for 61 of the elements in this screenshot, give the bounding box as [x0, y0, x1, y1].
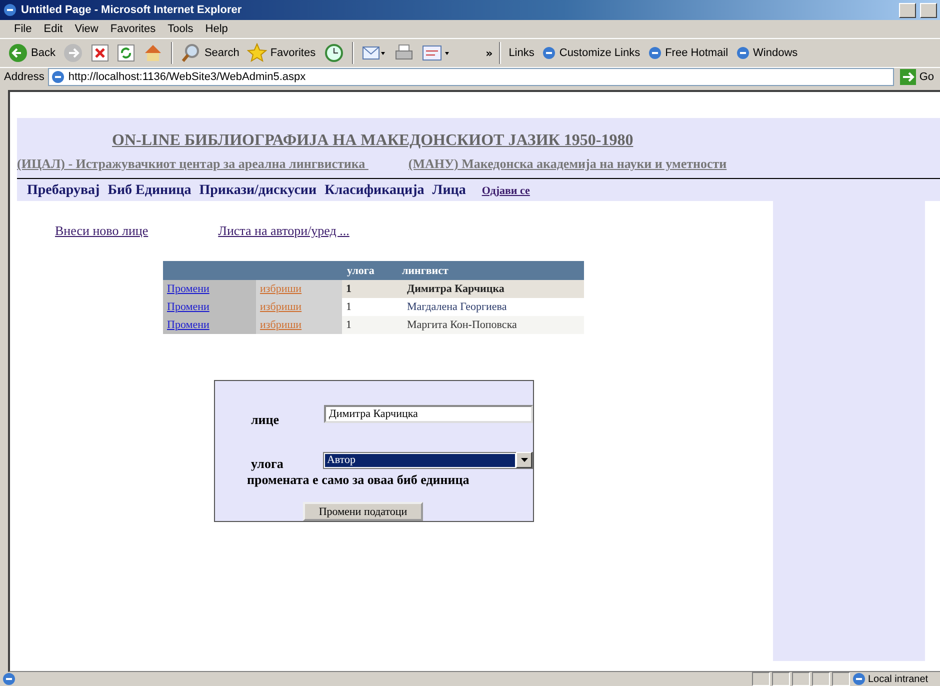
- submit-button[interactable]: Промени податоци: [303, 502, 423, 521]
- zone-label: Local intranet: [868, 674, 930, 684]
- home-icon: [143, 43, 164, 63]
- status-pane: [832, 672, 850, 686]
- table-cell: 1: [342, 316, 397, 334]
- status-pane: [792, 672, 810, 686]
- edit-link[interactable]: Промени: [167, 301, 210, 313]
- edit-page-icon: [422, 43, 450, 63]
- note-text: промената е само за оваа биб единица: [246, 472, 470, 488]
- role-dropdown[interactable]: Автор: [322, 452, 533, 468]
- role-label: улога: [251, 456, 284, 472]
- edit-link[interactable]: Промени: [167, 319, 210, 331]
- toolbar-button[interactable]: Favorites: [245, 42, 318, 64]
- page-heading: ON-LINE БИБЛИОГРАФИЈА НА МАКЕДОНСКИОТ ЈАЗИК 1950-1980: [111, 131, 634, 150]
- go-button[interactable]: Go: [898, 68, 936, 86]
- restore-button[interactable]: [920, 2, 937, 18]
- logout-link[interactable]: Одјави се: [482, 185, 530, 197]
- action-link[interactable]: Внеси ново лице: [55, 223, 148, 239]
- star-icon: [247, 43, 268, 63]
- toolbar-button[interactable]: Back: [6, 42, 58, 64]
- link-button[interactable]: Free Hotmail: [646, 45, 730, 61]
- dropdown-arrow-icon: [520, 458, 528, 462]
- toolbar-button[interactable]: [89, 43, 112, 63]
- action-link[interactable]: Листа на автори/уред ...: [218, 223, 350, 239]
- toolbar-button[interactable]: [115, 43, 138, 63]
- nav-link[interactable]: Класификација: [324, 183, 424, 199]
- refresh-icon: [117, 44, 136, 62]
- link-button[interactable]: Customize Links: [540, 45, 642, 61]
- status-pane: [772, 672, 790, 686]
- stop-icon: [91, 44, 110, 62]
- nav-link[interactable]: Прикази/дискусии: [199, 183, 317, 199]
- address-field[interactable]: http://localhost:1136/WebSite3/WebAdmin5.aspx: [48, 68, 894, 86]
- nav-link[interactable]: Лица: [432, 183, 466, 199]
- person-label: лице: [251, 412, 280, 428]
- table-cell: Маргита Кон-Поповска: [397, 316, 584, 334]
- search-icon: [181, 43, 202, 63]
- institute-link[interactable]: (ИЦАЛ) - Истражувачкиот центар за ареална лингвистика: [17, 156, 368, 172]
- nav-link[interactable]: Биб Единица: [108, 183, 192, 199]
- toolbar-button[interactable]: Search: [179, 42, 242, 64]
- status-pane: [812, 672, 830, 686]
- menu-item[interactable]: Tools: [162, 23, 200, 35]
- column-header: улога: [342, 261, 397, 280]
- status-pane: [752, 672, 770, 686]
- table-cell: 1: [342, 280, 397, 298]
- minimize-button[interactable]: [899, 2, 916, 18]
- window-title: Untitled Page - Microsoft Internet Explorer: [21, 4, 243, 16]
- chevron[interactable]: »: [486, 46, 493, 60]
- address-label: Address: [4, 71, 44, 83]
- edit-link[interactable]: Промени: [167, 283, 210, 295]
- menu-item[interactable]: Edit: [38, 23, 69, 35]
- person-input[interactable]: Димитра Карчицка: [324, 405, 533, 423]
- menu-item[interactable]: File: [8, 23, 38, 35]
- nav-link[interactable]: Пребарувај: [27, 183, 100, 199]
- institute-link[interactable]: (МАНУ) Македонска академија на науки и уметности: [408, 156, 727, 172]
- menu-item[interactable]: View: [68, 23, 104, 35]
- link-button[interactable]: Windows: [734, 45, 800, 61]
- column-header: лингвист: [397, 261, 584, 280]
- links-label: Links: [508, 46, 536, 60]
- menu-item[interactable]: Help: [199, 23, 234, 35]
- table-cell: Димитра Карчицка: [397, 280, 584, 298]
- menu-item[interactable]: Favorites: [104, 23, 162, 35]
